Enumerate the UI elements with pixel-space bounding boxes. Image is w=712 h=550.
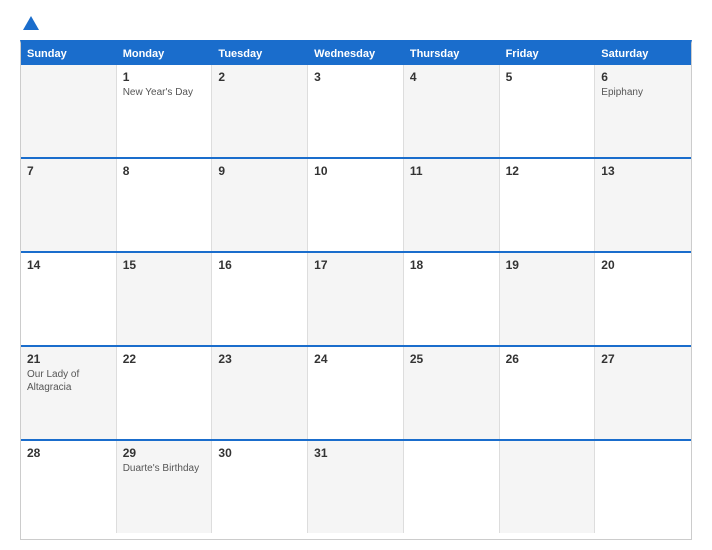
calendar-header-cell: Thursday <box>404 43 500 65</box>
header <box>20 18 692 30</box>
calendar-week-row: 21 Our Lady of Altagracia 22 23 24 25 26 27 <box>21 347 691 441</box>
day-number: 16 <box>218 258 301 272</box>
day-number: 18 <box>410 258 493 272</box>
day-number: 17 <box>314 258 397 272</box>
calendar-cell: 6 Epiphany <box>595 65 691 157</box>
holiday-label: Duarte's Birthday <box>123 463 199 474</box>
calendar-cell: 26 <box>500 347 596 439</box>
day-number: 7 <box>27 164 110 178</box>
calendar-cell: 20 <box>595 253 691 345</box>
calendar-cell <box>595 441 691 533</box>
calendar-week-row: 1 New Year's Day 23456 Epiphany <box>21 65 691 159</box>
calendar-header-cell: Sunday <box>21 43 117 65</box>
calendar-cell <box>404 441 500 533</box>
page: SundayMondayTuesdayWednesdayThursdayFrid… <box>0 0 712 550</box>
calendar-cell: 8 <box>117 159 213 251</box>
calendar-cell: 21 Our Lady of Altagracia <box>21 347 117 439</box>
calendar-body: 1New Year's Day23456Epiphany789101112131… <box>21 65 691 533</box>
day-number: 6 <box>601 70 685 84</box>
day-number: 24 <box>314 352 397 366</box>
calendar-header-cell: Tuesday <box>212 43 308 65</box>
calendar-header-cell: Monday <box>117 43 213 65</box>
calendar-cell: 14 <box>21 253 117 345</box>
calendar-cell: 25 <box>404 347 500 439</box>
logo-triangle-icon <box>23 16 39 30</box>
calendar-cell: 5 <box>500 65 596 157</box>
logo <box>20 18 39 30</box>
calendar-header-cell: Friday <box>500 43 596 65</box>
day-number: 19 <box>506 258 589 272</box>
calendar-cell: 7 <box>21 159 117 251</box>
day-number: 12 <box>506 164 589 178</box>
day-number: 14 <box>27 258 110 272</box>
day-number: 28 <box>27 446 110 460</box>
calendar-header-cell: Saturday <box>595 43 691 65</box>
calendar-cell: 27 <box>595 347 691 439</box>
calendar-cell: 10 <box>308 159 404 251</box>
day-number: 4 <box>410 70 493 84</box>
calendar-cell: 16 <box>212 253 308 345</box>
day-number: 3 <box>314 70 397 84</box>
calendar-header-cell: Wednesday <box>308 43 404 65</box>
day-number: 2 <box>218 70 301 84</box>
calendar-cell: 2 <box>212 65 308 157</box>
calendar-cell: 19 <box>500 253 596 345</box>
calendar-cell: 24 <box>308 347 404 439</box>
calendar-cell <box>21 65 117 157</box>
day-number: 10 <box>314 164 397 178</box>
calendar-cell <box>500 441 596 533</box>
holiday-label: Our Lady of Altagracia <box>27 369 79 393</box>
day-number: 11 <box>410 164 493 178</box>
holiday-label: New Year's Day <box>123 87 193 98</box>
calendar-cell: 22 <box>117 347 213 439</box>
day-number: 26 <box>506 352 589 366</box>
day-number: 22 <box>123 352 206 366</box>
day-number: 29 <box>123 446 206 460</box>
day-number: 9 <box>218 164 301 178</box>
calendar-cell: 11 <box>404 159 500 251</box>
calendar-cell: 3 <box>308 65 404 157</box>
calendar-cell: 30 <box>212 441 308 533</box>
day-number: 1 <box>123 70 206 84</box>
calendar-cell: 12 <box>500 159 596 251</box>
day-number: 13 <box>601 164 685 178</box>
calendar-cell: 23 <box>212 347 308 439</box>
calendar-cell: 15 <box>117 253 213 345</box>
day-number: 15 <box>123 258 206 272</box>
day-number: 30 <box>218 446 301 460</box>
day-number: 23 <box>218 352 301 366</box>
holiday-label: Epiphany <box>601 87 643 98</box>
calendar-cell: 1 New Year's Day <box>117 65 213 157</box>
day-number: 27 <box>601 352 685 366</box>
day-number: 5 <box>506 70 589 84</box>
calendar-cell: 31 <box>308 441 404 533</box>
calendar-cell: 13 <box>595 159 691 251</box>
day-number: 25 <box>410 352 493 366</box>
calendar-cell: 17 <box>308 253 404 345</box>
calendar-cell: 9 <box>212 159 308 251</box>
calendar-cell: 28 <box>21 441 117 533</box>
calendar-week-row: 789 10 11 12 13 <box>21 159 691 253</box>
day-number: 31 <box>314 446 397 460</box>
calendar-cell: 4 <box>404 65 500 157</box>
day-number: 21 <box>27 352 110 366</box>
calendar-week-row: 28 29 Duarte's Birthday 30 31 <box>21 441 691 533</box>
calendar-week-row: 14 15 16 17 18 19 20 <box>21 253 691 347</box>
calendar-header-row: SundayMondayTuesdayWednesdayThursdayFrid… <box>21 43 691 65</box>
day-number: 8 <box>123 164 206 178</box>
calendar: SundayMondayTuesdayWednesdayThursdayFrid… <box>20 40 692 540</box>
calendar-cell: 29 Duarte's Birthday <box>117 441 213 533</box>
day-number: 20 <box>601 258 685 272</box>
calendar-cell: 18 <box>404 253 500 345</box>
